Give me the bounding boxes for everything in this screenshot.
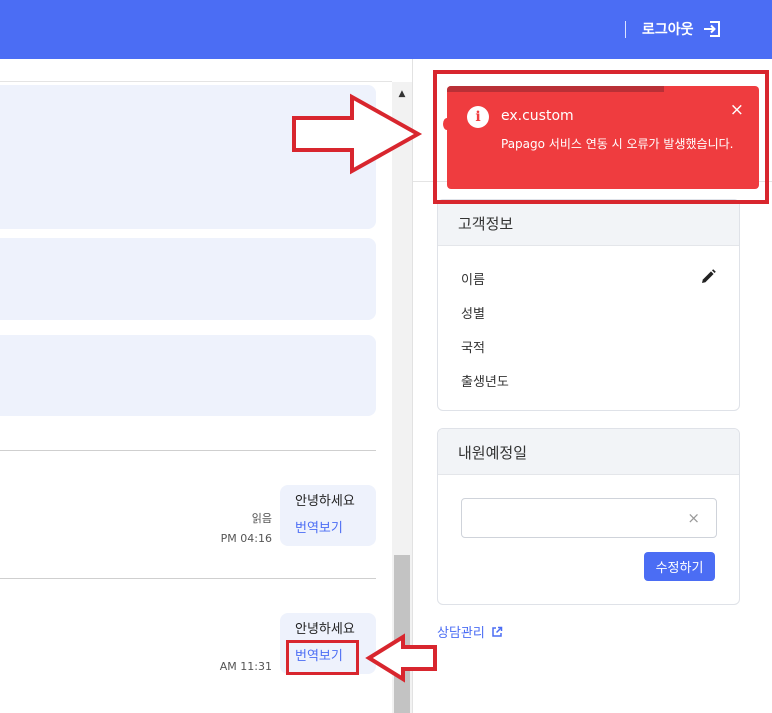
chat-scrollbar[interactable]: ▲	[392, 82, 412, 713]
external-link-icon	[492, 626, 503, 637]
read-status: 읽음	[251, 512, 272, 525]
message-text: 안녕하세요	[295, 494, 355, 509]
field-nationality: 국적	[461, 340, 485, 356]
message-card	[0, 335, 376, 416]
field-gender: 성별	[461, 306, 485, 322]
message-time: PM 04:16	[220, 532, 272, 545]
toast-highlight-box	[433, 70, 769, 204]
consult-management-link[interactable]: 상담관리	[437, 622, 503, 641]
logout-label: 로그아웃	[642, 22, 694, 38]
logout-icon	[703, 21, 720, 37]
message-text: 안녕하세요	[295, 622, 355, 637]
visit-date-input[interactable]: ×	[461, 498, 717, 538]
clear-icon[interactable]: ×	[687, 509, 700, 527]
chat-divider	[0, 450, 376, 451]
message-meta: AM 11:31	[220, 657, 272, 677]
message-meta: 읽음 PM 04:16	[221, 509, 272, 549]
customer-info-panel: 고객정보 이름 성별 국적 출생년도	[437, 199, 740, 411]
translate-highlight-box	[286, 640, 359, 675]
field-name: 이름	[461, 272, 485, 288]
header-separator	[625, 21, 626, 38]
chat-top-line	[0, 81, 392, 82]
field-birth-year: 출생년도	[461, 374, 509, 390]
message-time: AM 11:31	[219, 660, 272, 673]
customer-info-title: 고객정보	[438, 200, 739, 246]
chat-bubble: 안녕하세요 번역보기	[280, 485, 376, 546]
visit-date-panel: 내원예정일 × 수정하기	[437, 428, 740, 605]
top-bar: 로그아웃	[0, 0, 772, 59]
logout-button[interactable]: 로그아웃	[642, 19, 722, 39]
annotation-arrow-left	[365, 633, 437, 683]
message-card	[0, 238, 376, 320]
save-button[interactable]: 수정하기	[644, 552, 715, 581]
translate-link[interactable]: 번역보기	[295, 520, 343, 538]
visit-date-title: 내원예정일	[438, 429, 739, 475]
annotation-arrow-right	[292, 93, 423, 175]
chat-divider	[0, 578, 376, 579]
edit-icon[interactable]	[699, 268, 717, 286]
consult-link-label: 상담관리	[437, 626, 485, 641]
